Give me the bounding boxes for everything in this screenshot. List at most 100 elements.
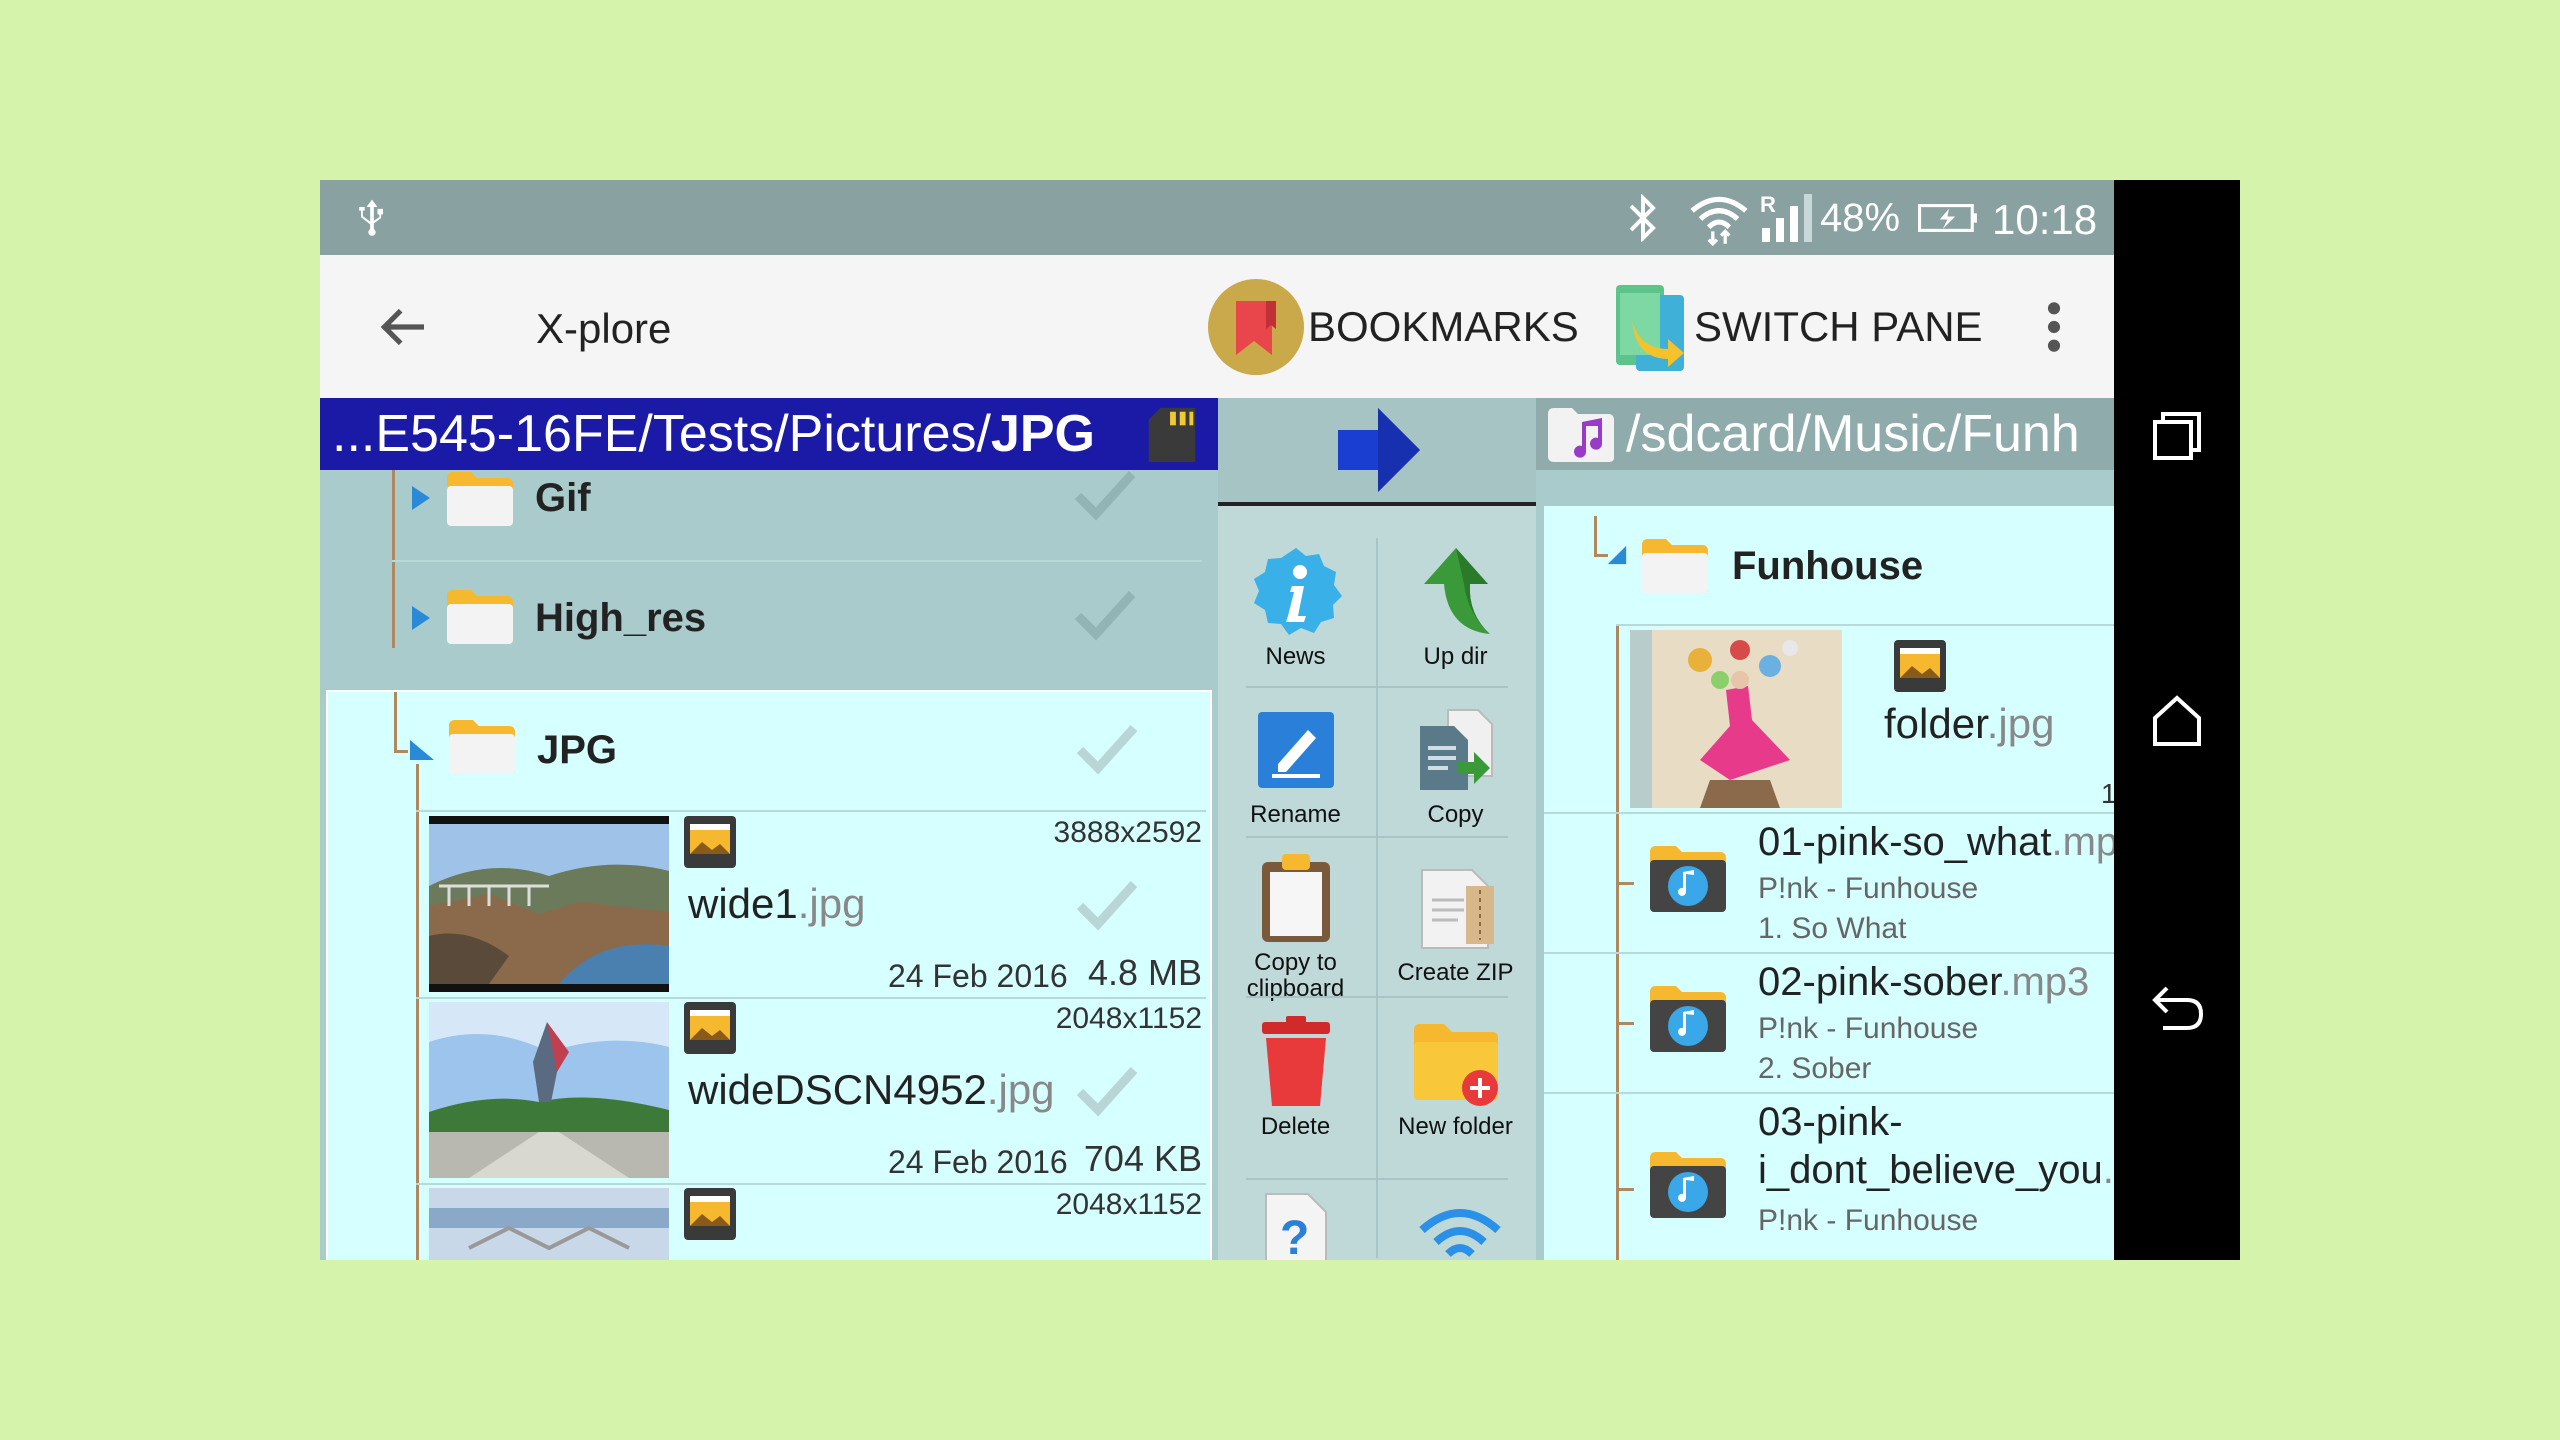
song-row[interactable]: 02-pink-sober.mp3 P!nk - Funhouse 2. Sob… bbox=[1544, 952, 2114, 1092]
switch-pane-button[interactable]: SWITCH PANE bbox=[1610, 275, 1983, 379]
home-icon[interactable] bbox=[2147, 690, 2207, 750]
folder-icon bbox=[1642, 539, 1708, 593]
app-title: X-plore bbox=[536, 305, 672, 352]
file-row[interactable]: 3888x2592 wide1.jpg 24 Feb 2016 4.8 MB bbox=[328, 812, 1214, 997]
op-label: Delete bbox=[1260, 1113, 1331, 1140]
clipboard-icon bbox=[1261, 854, 1330, 942]
bookmarks-button[interactable]: BOOKMARKS bbox=[1208, 275, 1579, 379]
music-file-icon bbox=[1650, 846, 1726, 912]
op-label: Create ZIP bbox=[1397, 959, 1514, 986]
file-ext: .jpg bbox=[1986, 700, 2055, 747]
folder-name: Gif bbox=[535, 476, 591, 520]
direction-arrow-icon[interactable] bbox=[1330, 402, 1426, 498]
left-pane: ...E545-16FE/Tests/Pictures/JPG Gif High… bbox=[320, 398, 1218, 1260]
op-up-dir[interactable]: Up dir bbox=[1378, 544, 1533, 670]
file-base: i_dont_believe_you bbox=[1758, 1148, 2103, 1192]
file-row[interactable]: 2048x1152 bbox=[328, 1184, 1214, 1260]
checkmark-icon[interactable] bbox=[1074, 720, 1140, 776]
checkmark-icon[interactable] bbox=[1072, 586, 1138, 642]
svg-text:?: ? bbox=[1280, 1212, 1309, 1260]
folder-icon bbox=[447, 590, 513, 644]
song-track: 1. So What bbox=[1758, 912, 1907, 945]
image-thumbnail bbox=[429, 1188, 669, 1260]
song-row[interactable]: 03-pink- i_dont_believe_you. P!nk - Funh… bbox=[1544, 1092, 2114, 1260]
operations-panel: News Up dir Rename Copy Copy to clipboar… bbox=[1218, 398, 1536, 1260]
file-base: 01-pink-so_what bbox=[1758, 820, 2052, 864]
checkmark-icon[interactable] bbox=[1074, 1062, 1140, 1118]
trash-icon bbox=[1261, 1016, 1330, 1106]
op-copy[interactable]: Copy bbox=[1378, 702, 1533, 828]
right-path-bar[interactable]: /sdcard/Music/Funh bbox=[1536, 398, 2114, 470]
image-dimensions: 2048x1152 bbox=[1055, 1188, 1202, 1221]
divider bbox=[1246, 996, 1508, 998]
collapse-arrow-icon[interactable] bbox=[1606, 544, 1628, 566]
checkmark-icon[interactable] bbox=[1072, 466, 1138, 522]
music-folder-icon bbox=[1548, 408, 1614, 462]
bookmark-icon bbox=[1208, 279, 1304, 375]
tree-line bbox=[1616, 1188, 1634, 1191]
file-base: wideDSCN4952 bbox=[688, 1066, 987, 1113]
op-delete[interactable]: Delete bbox=[1218, 1014, 1373, 1140]
divider bbox=[1246, 686, 1508, 688]
left-path-bar[interactable]: ...E545-16FE/Tests/Pictures/JPG bbox=[320, 398, 1218, 470]
song-track: 2. Sober bbox=[1758, 1052, 1872, 1085]
file-size: 704 KB bbox=[1083, 1138, 1202, 1179]
copy-icon bbox=[1419, 709, 1493, 790]
usb-icon bbox=[359, 199, 383, 236]
folder-row-jpg[interactable]: JPG bbox=[322, 692, 1208, 812]
op-new-folder[interactable]: New folder bbox=[1378, 1014, 1533, 1140]
wifi-share-icon[interactable] bbox=[1418, 1204, 1502, 1260]
more-vert-icon[interactable] bbox=[2042, 299, 2066, 355]
expand-arrow-icon[interactable] bbox=[408, 484, 432, 512]
help-icon[interactable]: ? bbox=[1258, 1188, 1334, 1260]
image-file-icon bbox=[1894, 640, 1946, 692]
folder-icon bbox=[449, 720, 515, 774]
app-toolbar: X-plore BOOKMARKS SWITCH PANE bbox=[320, 255, 2114, 398]
file-size: 4.8 MB bbox=[1087, 952, 1202, 993]
op-news[interactable]: News bbox=[1218, 544, 1373, 670]
file-name: folder.jpg bbox=[1884, 700, 2054, 748]
copy-direction-area[interactable] bbox=[1218, 398, 1536, 506]
folder-row-funhouse[interactable]: Funhouse bbox=[1544, 506, 2114, 626]
collapse-arrow-icon[interactable] bbox=[408, 738, 436, 762]
folder-row-gif[interactable]: Gif bbox=[320, 470, 1218, 560]
op-rename[interactable]: Rename bbox=[1218, 702, 1373, 828]
image-dimensions: 3888x2592 bbox=[1053, 816, 1202, 849]
divider bbox=[392, 560, 1202, 562]
op-label: Up dir bbox=[1423, 643, 1488, 670]
op-copy-clipboard[interactable]: Copy to clipboard bbox=[1218, 850, 1373, 1002]
op-label: News bbox=[1265, 643, 1326, 670]
back-nav-icon[interactable] bbox=[2147, 976, 2207, 1036]
file-row[interactable]: 2048x1152 wideDSCN4952.jpg 24 Feb 2016 7… bbox=[328, 998, 1214, 1183]
file-row[interactable]: folder.jpg 1 bbox=[1544, 626, 2114, 812]
op-label: Copy to clipboard bbox=[1246, 949, 1345, 1002]
file-ext: . bbox=[2102, 1148, 2114, 1192]
folder-name: High_res bbox=[535, 596, 707, 640]
file-ext: .mp bbox=[2051, 820, 2115, 864]
battery-percent: 48% bbox=[1820, 196, 1901, 240]
image-file-icon bbox=[684, 1188, 736, 1240]
music-file-icon bbox=[1650, 986, 1726, 1052]
bluetooth-icon bbox=[1629, 194, 1656, 242]
divider bbox=[1246, 1178, 1508, 1180]
folder-icon bbox=[447, 472, 513, 526]
bookmarks-label: BOOKMARKS bbox=[1308, 303, 1579, 350]
phone-screen: R 48% 10:18 X-plore BOOKMARKS SWITCH PAN… bbox=[320, 180, 2240, 1260]
song-row[interactable]: 01-pink-so_what.mp P!nk - Funhouse 1. So… bbox=[1544, 812, 2114, 952]
battery-charging-icon bbox=[1918, 204, 1977, 232]
album-art-thumbnail bbox=[1630, 630, 1842, 808]
folder-row-high-res[interactable]: High_res bbox=[320, 564, 1218, 674]
expand-arrow-icon[interactable] bbox=[408, 604, 432, 632]
op-label: Rename bbox=[1250, 801, 1341, 828]
checkmark-icon[interactable] bbox=[1074, 876, 1140, 932]
image-file-icon bbox=[684, 1002, 736, 1054]
file-name: wide1.jpg bbox=[688, 880, 865, 928]
tree-line bbox=[1616, 882, 1634, 885]
song-file-name-line2: i_dont_believe_you. bbox=[1758, 1146, 2114, 1194]
switch-pane-icon bbox=[1616, 285, 1684, 371]
op-create-zip[interactable]: Create ZIP bbox=[1378, 860, 1533, 986]
song-file-name-line1: 03-pink- bbox=[1758, 1100, 1903, 1144]
recents-icon[interactable] bbox=[2147, 406, 2207, 466]
app-screen: R 48% 10:18 X-plore BOOKMARKS SWITCH PAN… bbox=[320, 180, 2114, 1260]
back-arrow-icon[interactable] bbox=[375, 299, 431, 355]
